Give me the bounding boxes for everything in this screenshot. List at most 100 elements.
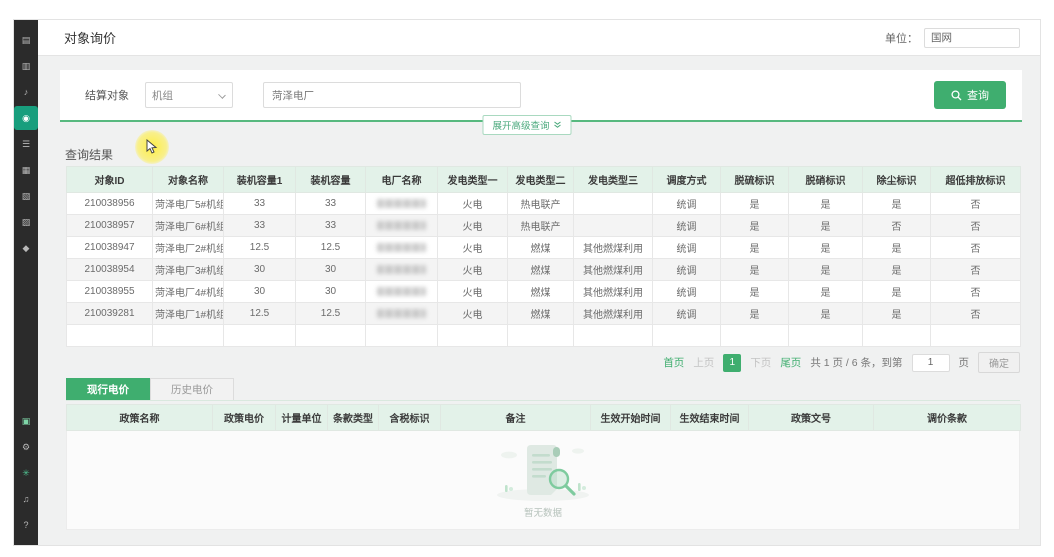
table-cell: 统调 <box>653 237 721 259</box>
price-table: 政策名称政策电价计量单位条款类型含税标识备注生效开始时间生效结束时间政策文号调价… <box>66 404 1021 431</box>
app-active-icon[interactable]: ◉ <box>14 106 38 130</box>
table-cell: 统调 <box>653 259 721 281</box>
table-cell: 210038954 <box>67 259 153 281</box>
tab-current-price[interactable]: 现行电价 <box>66 378 150 400</box>
table-cell <box>508 325 574 347</box>
column-header: 对象名称 <box>153 167 224 193</box>
table-cell <box>366 237 438 259</box>
cursor-arrow-icon <box>146 139 158 154</box>
column-header: 政策电价 <box>213 405 276 431</box>
table-row[interactable] <box>67 325 1021 347</box>
expand-advanced-query-button[interactable]: 展开高级查询 <box>482 115 571 135</box>
briefcase-icon[interactable]: ▤ <box>14 28 38 52</box>
pagination: 首页 上页 1 下页 尾页 共 1 页 / 6 条，到第 页 确定 <box>663 352 1020 373</box>
column-header: 对象ID <box>67 167 153 193</box>
table-cell: 是 <box>721 215 789 237</box>
page-jump-input[interactable] <box>912 354 950 372</box>
table-cell: 菏泽电厂3#机组 <box>153 259 224 281</box>
search-icon <box>951 90 962 101</box>
diamond-icon[interactable]: ◆ <box>14 236 38 260</box>
table-row[interactable]: 210039281菏泽电厂1#机组12.512.5火电燃煤其他燃煤利用统调是是是… <box>67 303 1021 325</box>
table-cell <box>438 325 508 347</box>
table-row[interactable]: 210038955菏泽电厂4#机组3030火电燃煤其他燃煤利用统调是是是否 <box>67 281 1021 303</box>
table-cell: 210038955 <box>67 281 153 303</box>
table-cell: 菏泽电厂6#机组 <box>153 215 224 237</box>
pagination-next[interactable]: 下页 <box>750 355 771 370</box>
music-note-icon[interactable]: ♪ <box>14 80 38 104</box>
table-cell: 是 <box>863 303 931 325</box>
table-cell <box>296 325 366 347</box>
table-cell: 其他燃煤利用 <box>574 281 653 303</box>
unit-input[interactable] <box>924 28 1020 48</box>
table-row[interactable]: 210038957菏泽电厂6#机组3333火电热电联产统调是是否否 <box>67 215 1021 237</box>
table-cell: 统调 <box>653 281 721 303</box>
pagination-last[interactable]: 尾页 <box>780 355 801 370</box>
notification-icon[interactable]: ♫ <box>14 487 38 511</box>
column-header: 脱硝标识 <box>789 167 863 193</box>
table-cell <box>863 325 931 347</box>
table-cell <box>574 325 653 347</box>
document-icon[interactable]: ▨ <box>14 210 38 234</box>
column-header: 发电类型二 <box>508 167 574 193</box>
help-icon[interactable]: ? <box>14 513 38 537</box>
menu-list-icon[interactable]: ☰ <box>14 132 38 156</box>
table-cell: 30 <box>296 259 366 281</box>
page-jump-confirm-button[interactable]: 确定 <box>978 352 1020 373</box>
pagination-first[interactable]: 首页 <box>663 355 684 370</box>
table-cell: 否 <box>931 281 1021 303</box>
table-cell <box>721 325 789 347</box>
sidebar-bottom-group: ▣⚙✳♫? <box>14 407 38 539</box>
grid-icon[interactable]: ▦ <box>14 158 38 182</box>
plant-keyword-input[interactable] <box>263 82 521 108</box>
column-header: 备注 <box>441 405 591 431</box>
query-button[interactable]: 查询 <box>934 81 1006 109</box>
table-cell <box>67 325 153 347</box>
table-cell <box>153 325 224 347</box>
table-cell: 是 <box>789 303 863 325</box>
settlement-type-value: 机组 <box>152 88 173 103</box>
page-title: 对象询价 <box>64 28 116 47</box>
table-cell <box>574 193 653 215</box>
column-header: 装机容量1 <box>224 167 296 193</box>
folder-icon[interactable]: ▥ <box>14 54 38 78</box>
settlement-type-select[interactable]: 机组 <box>145 82 233 108</box>
column-header: 政策名称 <box>67 405 213 431</box>
table-cell: 是 <box>789 193 863 215</box>
empty-state: 暂无数据 <box>66 431 1020 530</box>
pagination-summary: 共 1 页 / 6 条，到第 <box>810 355 902 370</box>
table-cell: 是 <box>789 259 863 281</box>
table-cell: 燃煤 <box>508 303 574 325</box>
no-data-illustration-icon <box>483 441 603 503</box>
table-cell: 是 <box>863 237 931 259</box>
expand-advanced-query-label: 展开高级查询 <box>492 118 549 132</box>
table-cell: 热电联产 <box>508 215 574 237</box>
table-cell: 否 <box>931 303 1021 325</box>
tab-history-price[interactable]: 历史电价 <box>150 378 234 400</box>
table-cell <box>366 281 438 303</box>
image-icon[interactable]: ▣ <box>14 409 38 433</box>
table-cell: 是 <box>721 281 789 303</box>
table-cell <box>789 325 863 347</box>
table-cell: 30 <box>224 281 296 303</box>
redacted-plant-name <box>377 309 425 318</box>
table-cell: 否 <box>931 259 1021 281</box>
table-row[interactable]: 210038947菏泽电厂2#机组12.512.5火电燃煤其他燃煤利用统调是是是… <box>67 237 1021 259</box>
redacted-plant-name <box>377 199 425 208</box>
settings-gear-icon[interactable]: ⚙ <box>14 435 38 459</box>
table-cell: 菏泽电厂4#机组 <box>153 281 224 303</box>
column-header: 除尘标识 <box>863 167 931 193</box>
table-cell: 210038956 <box>67 193 153 215</box>
topbar: 对象询价 单位： <box>38 20 1040 56</box>
table-row[interactable]: 210038956菏泽电厂5#机组3333火电热电联产统调是是是否 <box>67 193 1021 215</box>
no-data-text: 暂无数据 <box>524 505 562 519</box>
asterisk-icon[interactable]: ✳ <box>14 461 38 485</box>
settlement-object-label: 结算对象 <box>85 87 129 103</box>
app-window: ▤▥♪◉☰▦▧▨◆ ▣⚙✳♫? 对象询价 单位： 结算对象 机组 查询 <box>14 20 1040 545</box>
pagination-prev[interactable]: 上页 <box>693 355 714 370</box>
table-cell <box>366 325 438 347</box>
pagination-current-page[interactable]: 1 <box>723 354 741 372</box>
table-row[interactable]: 210038954菏泽电厂3#机组3030火电燃煤其他燃煤利用统调是是是否 <box>67 259 1021 281</box>
calendar-icon[interactable]: ▧ <box>14 184 38 208</box>
table-cell: 热电联产 <box>508 193 574 215</box>
column-header: 调价条款 <box>874 405 1021 431</box>
